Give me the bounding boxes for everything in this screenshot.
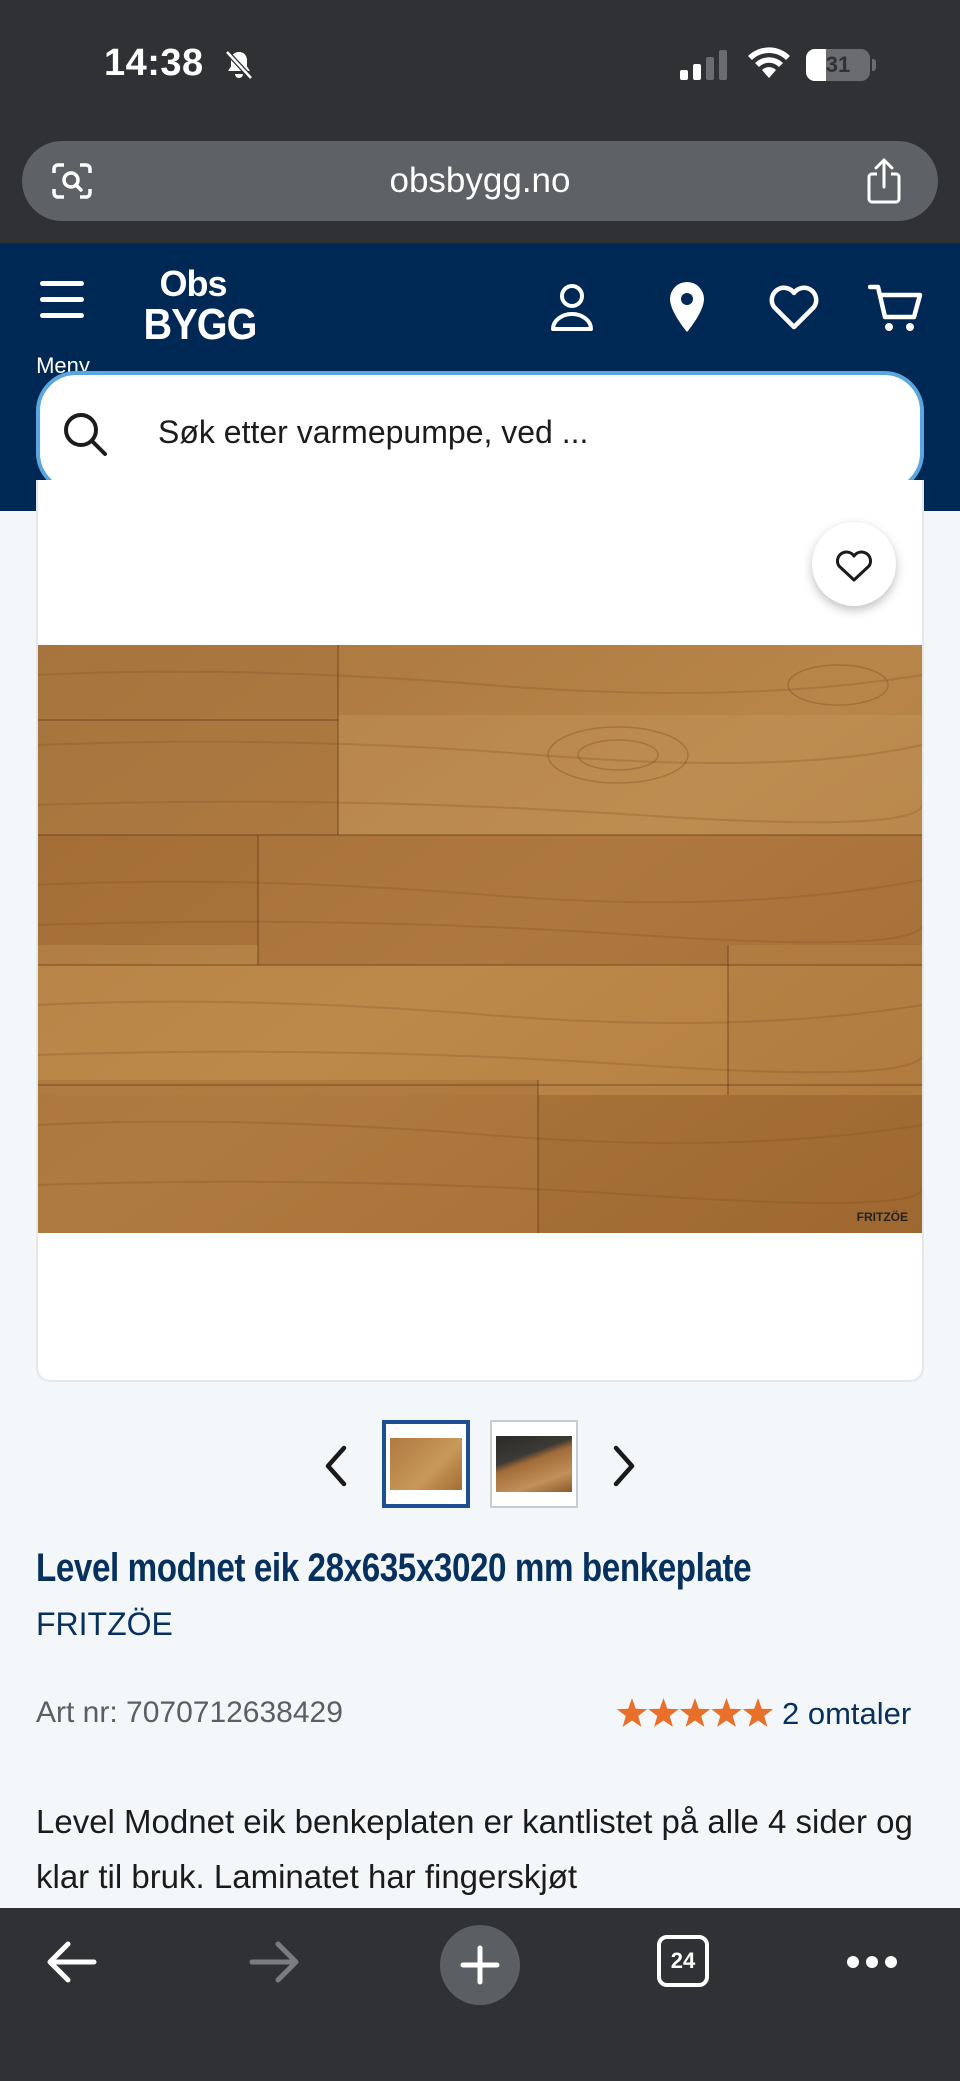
star-icon: [679, 1698, 711, 1727]
store-location-icon[interactable]: [659, 279, 715, 335]
star-icon: [648, 1698, 679, 1727]
status-time: 14:38: [104, 42, 204, 84]
chevron-right-icon[interactable]: [608, 1444, 638, 1488]
bell-muted-icon: [225, 50, 253, 80]
browser-bottom-toolbar: 24: [0, 1908, 960, 2081]
article-number: Art nr: 7070712638429: [36, 1696, 343, 1729]
product-title: Level modnet eik 28x635x3020 mm benkepla…: [36, 1546, 752, 1590]
wifi-icon: [748, 47, 790, 78]
new-tab-button[interactable]: [440, 1925, 520, 2005]
chevron-left-icon[interactable]: [322, 1444, 352, 1488]
back-arrow-icon[interactable]: [44, 1938, 98, 1986]
plus-icon: [460, 1945, 500, 1985]
thumbnail-2[interactable]: [490, 1420, 578, 1508]
thumbnail-1[interactable]: [382, 1420, 470, 1508]
tabs-button[interactable]: 24: [657, 1935, 709, 1987]
wishlist-heart-icon[interactable]: [766, 279, 822, 335]
cell-signal-icon: [680, 50, 727, 80]
rating-stars: [616, 1698, 774, 1727]
search-placeholder: Søk etter varmepumpe, ved ...: [158, 414, 589, 450]
product-image[interactable]: FRITZÖE: [38, 645, 922, 1233]
browser-top-chrome: 14:38 31 obsbygg.no: [0, 0, 960, 243]
star-icon: [616, 1698, 648, 1727]
url-text[interactable]: obsbygg.no: [22, 141, 938, 221]
star-icon: [711, 1698, 742, 1727]
logo-top-text: Obs: [159, 263, 227, 304]
star-icon: [742, 1698, 774, 1727]
account-icon[interactable]: [544, 279, 600, 335]
heart-icon: [836, 550, 872, 582]
battery-indicator: 31: [806, 49, 876, 81]
address-bar[interactable]: obsbygg.no: [22, 141, 938, 221]
logo-bottom-text: BYGG: [143, 300, 258, 349]
add-to-favorites-button[interactable]: [812, 522, 896, 606]
product-description: Level Modnet eik benkeplaten er kantlist…: [36, 1803, 913, 1895]
obs-bygg-logo[interactable]: Obs BYGG: [138, 263, 258, 355]
cart-icon[interactable]: [868, 279, 924, 335]
search-input[interactable]: Søk etter varmepumpe, ved ...: [36, 371, 924, 493]
wood-laminate-image: [38, 645, 922, 1233]
product-rating[interactable]: 2 omtaler: [616, 1694, 926, 1736]
search-icon: [64, 413, 107, 456]
reviews-link[interactable]: 2 omtaler: [782, 1696, 911, 1732]
more-options-icon[interactable]: [846, 1954, 898, 1970]
site-header: Meny Obs BYGG Søk etter varmepumpe, ved …: [0, 243, 960, 511]
battery-percent: 31: [825, 52, 851, 77]
image-watermark: FRITZÖE: [856, 1210, 908, 1224]
share-icon[interactable]: [864, 157, 904, 205]
forward-arrow-icon[interactable]: [248, 1938, 302, 1986]
product-brand[interactable]: FRITZÖE: [36, 1606, 173, 1643]
menu-button[interactable]: Meny: [30, 275, 96, 378]
